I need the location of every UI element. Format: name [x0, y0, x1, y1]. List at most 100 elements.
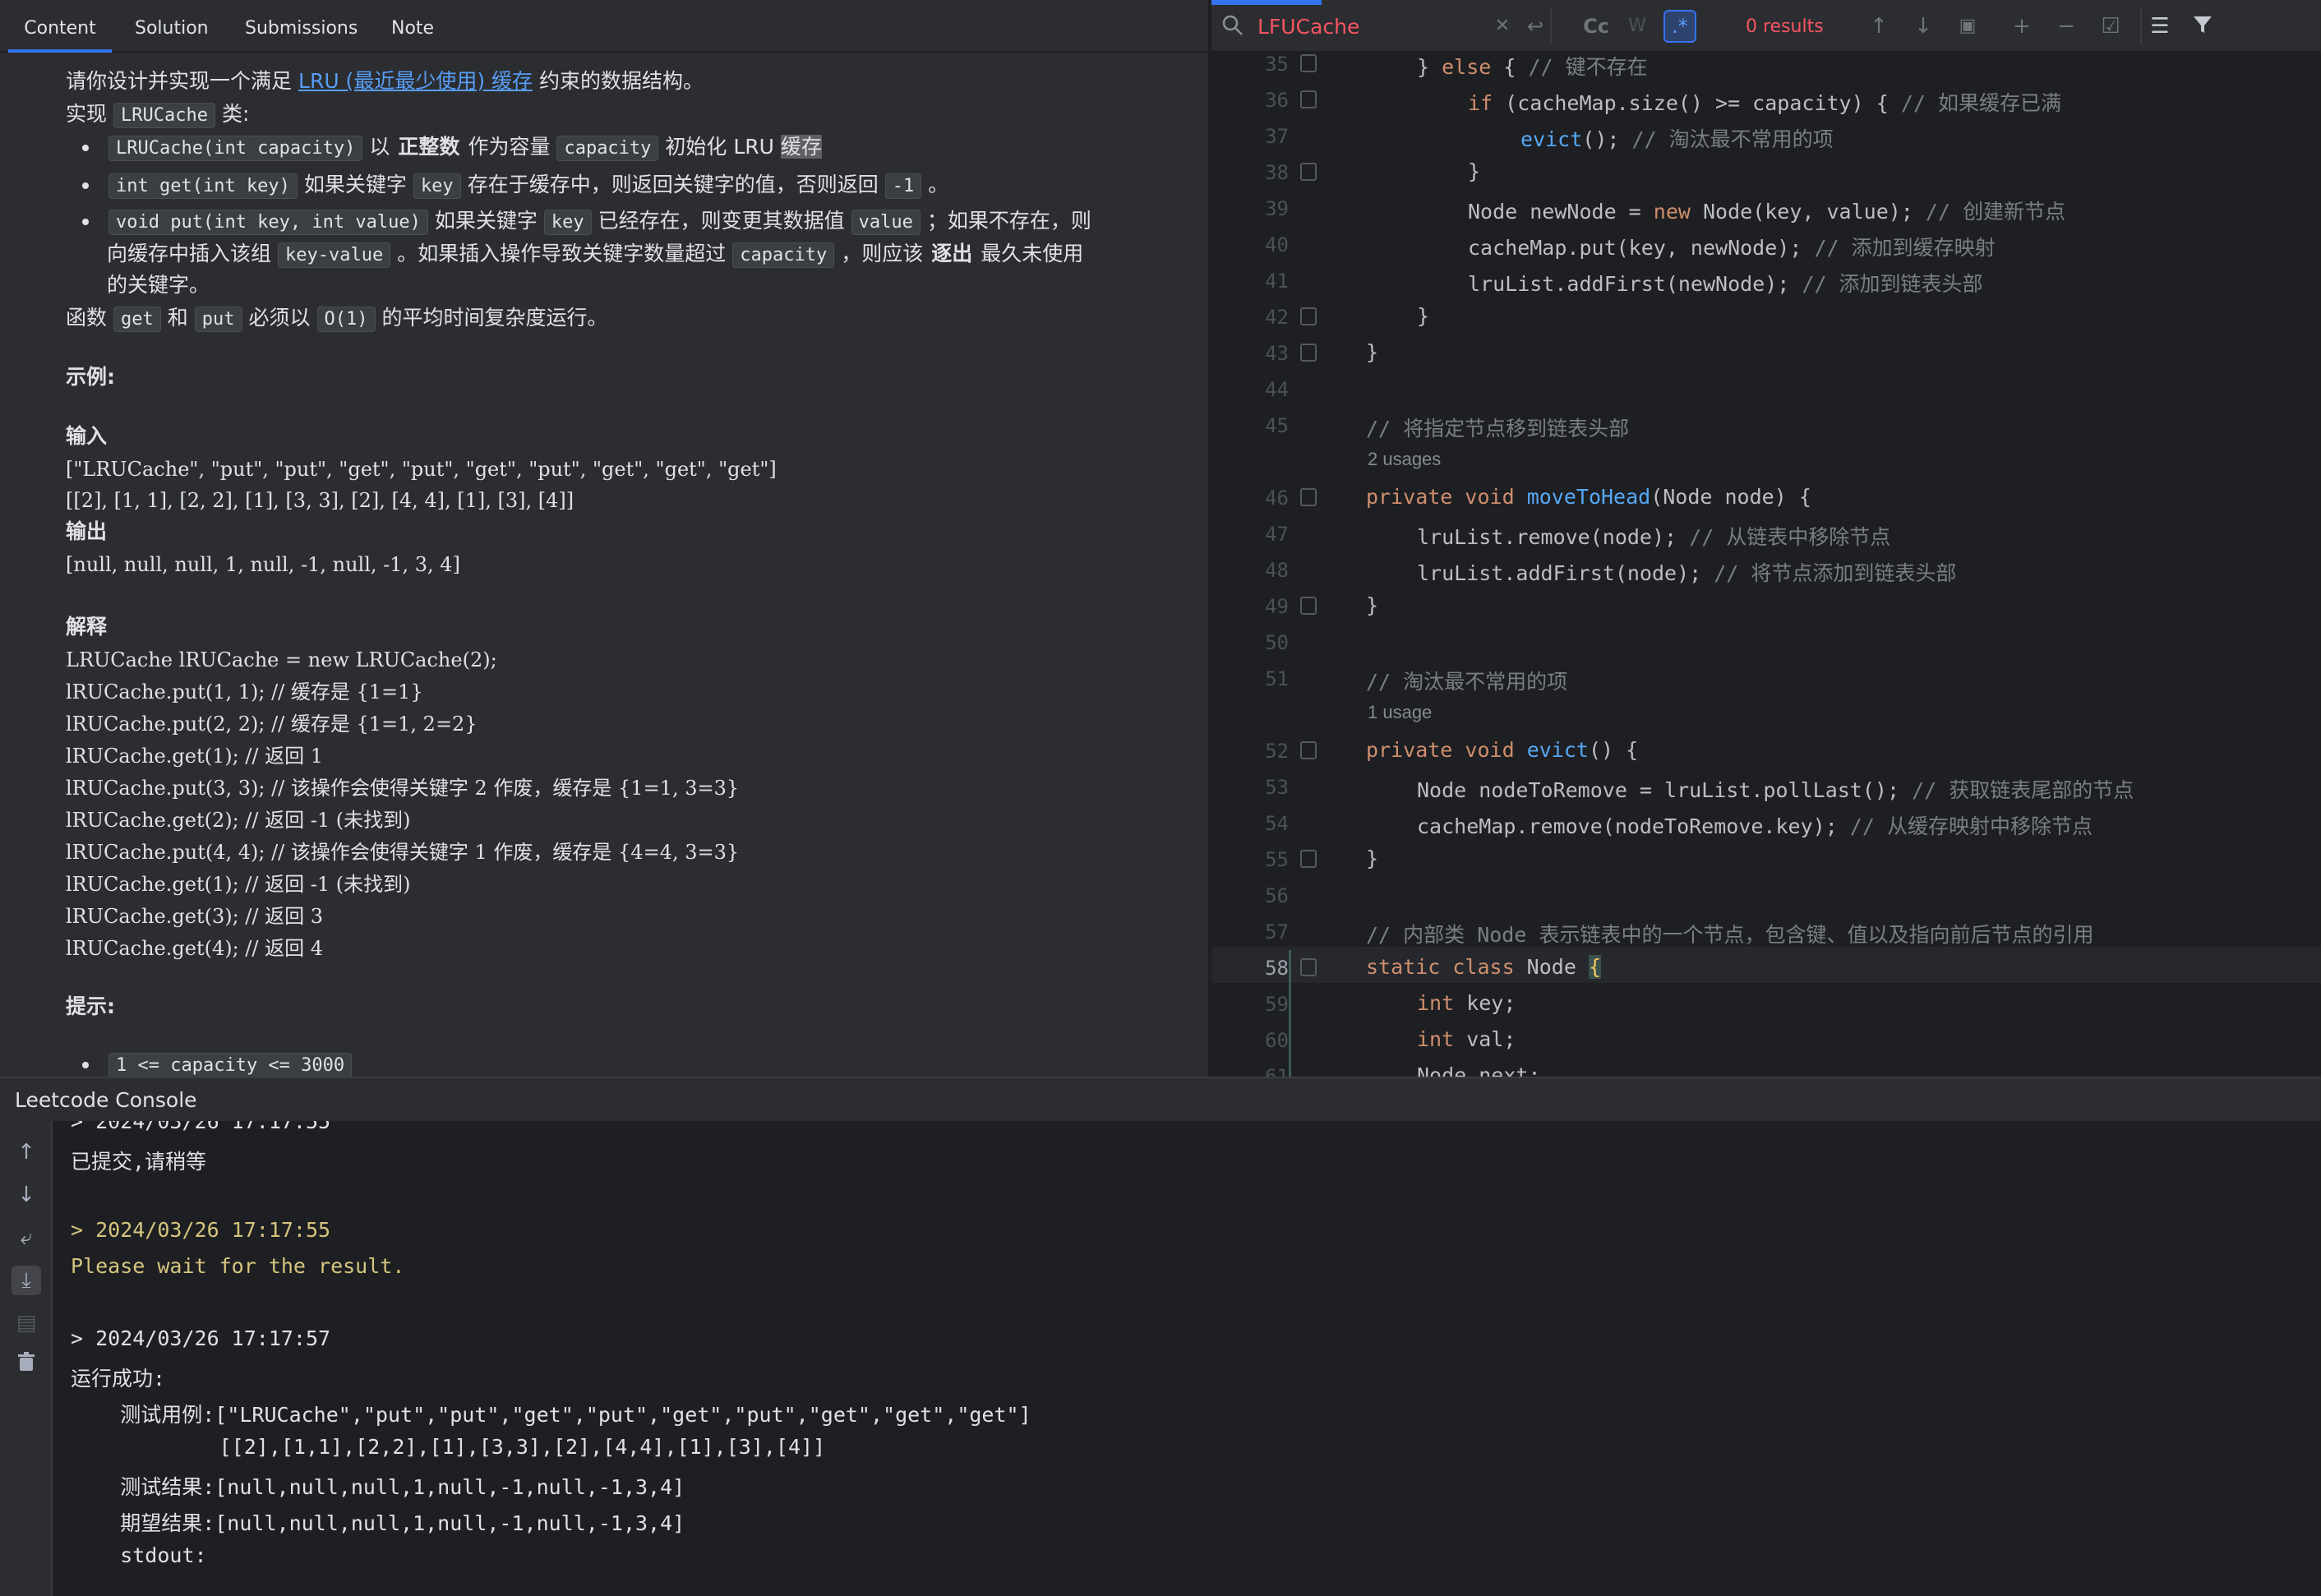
problem-panel: Content Solution Submissions Note 请你设计并实…: [0, 0, 1210, 1077]
hint-heading: 提示:: [66, 994, 115, 1018]
filter-lines-icon[interactable]: ☰: [2147, 13, 2173, 39]
console-line: 已提交,请稍等: [71, 1150, 207, 1174]
bullet-put-line3: 的关键字。: [107, 273, 210, 297]
explain-line: lRUCache.put(4, 4); // 该操作会使得关键字 1 作废，缓存…: [66, 841, 740, 864]
clear-icon[interactable]: ✕: [1489, 13, 1516, 39]
text: 如果关键字: [303, 173, 407, 196]
explain-line: lRUCache.put(2, 2); // 缓存是 {1=1, 2=2}: [66, 713, 478, 736]
results-count: 0 results: [1746, 16, 1824, 37]
code-chip: value: [851, 210, 921, 235]
console-line: Please wait for the result.: [71, 1254, 405, 1278]
scroll-end-icon[interactable]: ⤓: [12, 1266, 41, 1295]
leetcode-console: Leetcode Console ↑ ↓ ⤶ ⤓ ▤ > 2024/03/26 …: [0, 1077, 2321, 1596]
tab-bar: Content Solution Submissions Note: [0, 0, 1208, 53]
text: 存在于缓存中，则返回关键字的值，否则返回: [467, 173, 879, 196]
match-case-icon[interactable]: Cc: [1578, 13, 1614, 39]
find-bar: ✕ ↩ Cc W .* 0 results ↑ ↓ ▣ + − ☑ ☰: [1211, 0, 2321, 53]
code-chip: capacity: [556, 136, 659, 161]
tab-submissions[interactable]: Submissions: [245, 0, 358, 53]
text: 必须以: [248, 306, 311, 330]
text: 向缓存中插入该组: [107, 242, 272, 265]
impl-class-code: LRUCache: [113, 103, 215, 128]
text: 作为容量: [468, 135, 551, 159]
scroll-up-icon[interactable]: ↑: [12, 1137, 41, 1167]
console-line: [[2],[1,1],[2,2],[1],[3,3],[2],[4,4],[1]…: [71, 1435, 826, 1459]
down-arrow-icon[interactable]: ↓: [1910, 13, 1936, 39]
explain-line: lRUCache.get(2); // 返回 -1 (未找到): [66, 809, 411, 832]
intro-suffix: 约束的数据结构。: [539, 69, 704, 93]
print-icon[interactable]: ▤: [12, 1308, 41, 1338]
tab-content[interactable]: Content: [8, 0, 112, 53]
console-title: Leetcode Console: [15, 1088, 197, 1112]
text: 。: [928, 173, 949, 196]
trash-icon[interactable]: [12, 1351, 41, 1381]
explain-line: LRUCache lRUCache = new LRUCache(2);: [66, 648, 497, 671]
check-icon[interactable]: ☑: [2097, 13, 2124, 39]
code-chip: O(1): [316, 307, 376, 332]
code-editor: ✕ ↩ Cc W .* 0 results ↑ ↓ ▣ + − ☑ ☰ 35 3…: [1211, 0, 2321, 1077]
text: 的平均时间复杂度运行。: [381, 306, 608, 330]
console-line: > 2024/03/26 17:17:57: [71, 1326, 331, 1350]
search-icon[interactable]: [1220, 13, 1246, 39]
lru-link[interactable]: LRU (最近最少使用) 缓存: [298, 69, 533, 93]
problem-description: 请你设计并实现一个满足 LRU (最近最少使用) 缓存 约束的数据结构。 实现 LRU…: [0, 54, 1208, 1077]
text: 。如果插入操作导致关键字数量超过: [397, 242, 727, 265]
code-chip: capacity: [732, 242, 835, 268]
add-icon[interactable]: +: [2009, 13, 2035, 39]
text: 如果关键字: [434, 209, 538, 233]
code-chip: int get(int key): [108, 173, 298, 199]
regex-icon[interactable]: .*: [1663, 10, 1696, 43]
explain-line: lRUCache.get(4); // 返回 4: [66, 937, 323, 960]
console-toolbar: ↑ ↓ ⤶ ⤓ ▤: [0, 1121, 53, 1596]
console-header: Leetcode Console: [0, 1077, 2321, 1121]
text: 已经存在，则变更其数据值: [598, 209, 845, 233]
console-line: stdout:: [71, 1543, 207, 1567]
history-icon[interactable]: ↩: [1522, 13, 1548, 39]
console-output[interactable]: > 2024/03/26 17:17:55 已提交,请稍等 > 2024/03/…: [53, 1121, 2321, 1596]
complexity-line: 函数 get 和 put 必须以 O(1) 的平均时间复杂度运行。: [66, 302, 608, 335]
scroll-down-icon[interactable]: ↓: [12, 1180, 41, 1210]
text: 以: [369, 135, 390, 159]
explain-line: lRUCache.get(3); // 返回 3: [66, 905, 323, 928]
highlighted-text: 缓存: [780, 135, 822, 159]
up-arrow-icon[interactable]: ↑: [1866, 13, 1892, 39]
filter-icon[interactable]: [2189, 13, 2216, 39]
input-heading: 输入: [66, 424, 108, 448]
bold-text: 逐出: [931, 242, 973, 265]
bullet-get: int get(int key) 如果关键字 key 存在于缓存中，则返回关键字的值，…: [102, 169, 948, 202]
explain-line: lRUCache.put(1, 1); // 缓存是 {1=1}: [66, 680, 423, 703]
intro-text: 请你设计并实现一个满足: [66, 69, 293, 93]
active-indicator: [1211, 0, 1322, 5]
impl-line: 实现 LRUCache 类:: [66, 99, 249, 131]
usage-hint[interactable]: 1 usage: [1368, 702, 1432, 723]
words-icon[interactable]: W: [1624, 13, 1650, 39]
code-chip: void put(int key, int value): [108, 210, 428, 235]
explain-line: lRUCache.get(1); // 返回 1: [66, 745, 323, 768]
usage-hint[interactable]: 2 usages: [1368, 449, 1441, 470]
text: ；如果不存在，则: [926, 209, 1091, 233]
bullet-put: void put(int key, int value) 如果关键字 key 已经存在…: [102, 205, 1091, 238]
bullet: [82, 182, 89, 189]
find-input[interactable]: [1257, 12, 1471, 41]
code-chip: get: [113, 307, 161, 332]
bullet-put-line2: 向缓存中插入该组 key-value 。如果插入操作导致关键字数量超过 capacit…: [107, 238, 1083, 271]
remove-icon[interactable]: −: [2053, 13, 2079, 39]
tab-note[interactable]: Note: [391, 0, 434, 53]
bullet: [82, 145, 89, 151]
soft-wrap-icon[interactable]: ⤶: [12, 1223, 41, 1252]
explain-line: lRUCache.put(3, 3); // 该操作会使得关键字 2 作废，缓存…: [66, 777, 740, 800]
code-chip: key: [413, 173, 461, 199]
code-chip: put: [194, 307, 242, 332]
input-ops: ["LRUCache", "put", "put", "get", "put",…: [66, 458, 777, 481]
console-line: 测试用例:["LRUCache","put","put","get","put"…: [71, 1403, 1031, 1427]
console-line: 运行成功:: [71, 1367, 166, 1391]
console-line: > 2024/03/26 17:17:55: [71, 1121, 331, 1133]
code-content[interactable]: } else { // 键不存在 if (cacheMap.size() >= …: [1211, 54, 2321, 1077]
code-chip: key: [543, 210, 592, 235]
output-value: [null, null, null, 1, null, -1, null, -1…: [66, 553, 460, 576]
hint-item: 1 <= capacity <= 3000: [102, 1049, 358, 1077]
input-args: [[2], [1, 1], [2, 2], [1], [3, 3], [2], …: [66, 489, 574, 512]
select-all-icon[interactable]: ▣: [1954, 13, 1981, 39]
text: 最久未使用: [981, 242, 1084, 265]
tab-solution[interactable]: Solution: [135, 0, 209, 53]
